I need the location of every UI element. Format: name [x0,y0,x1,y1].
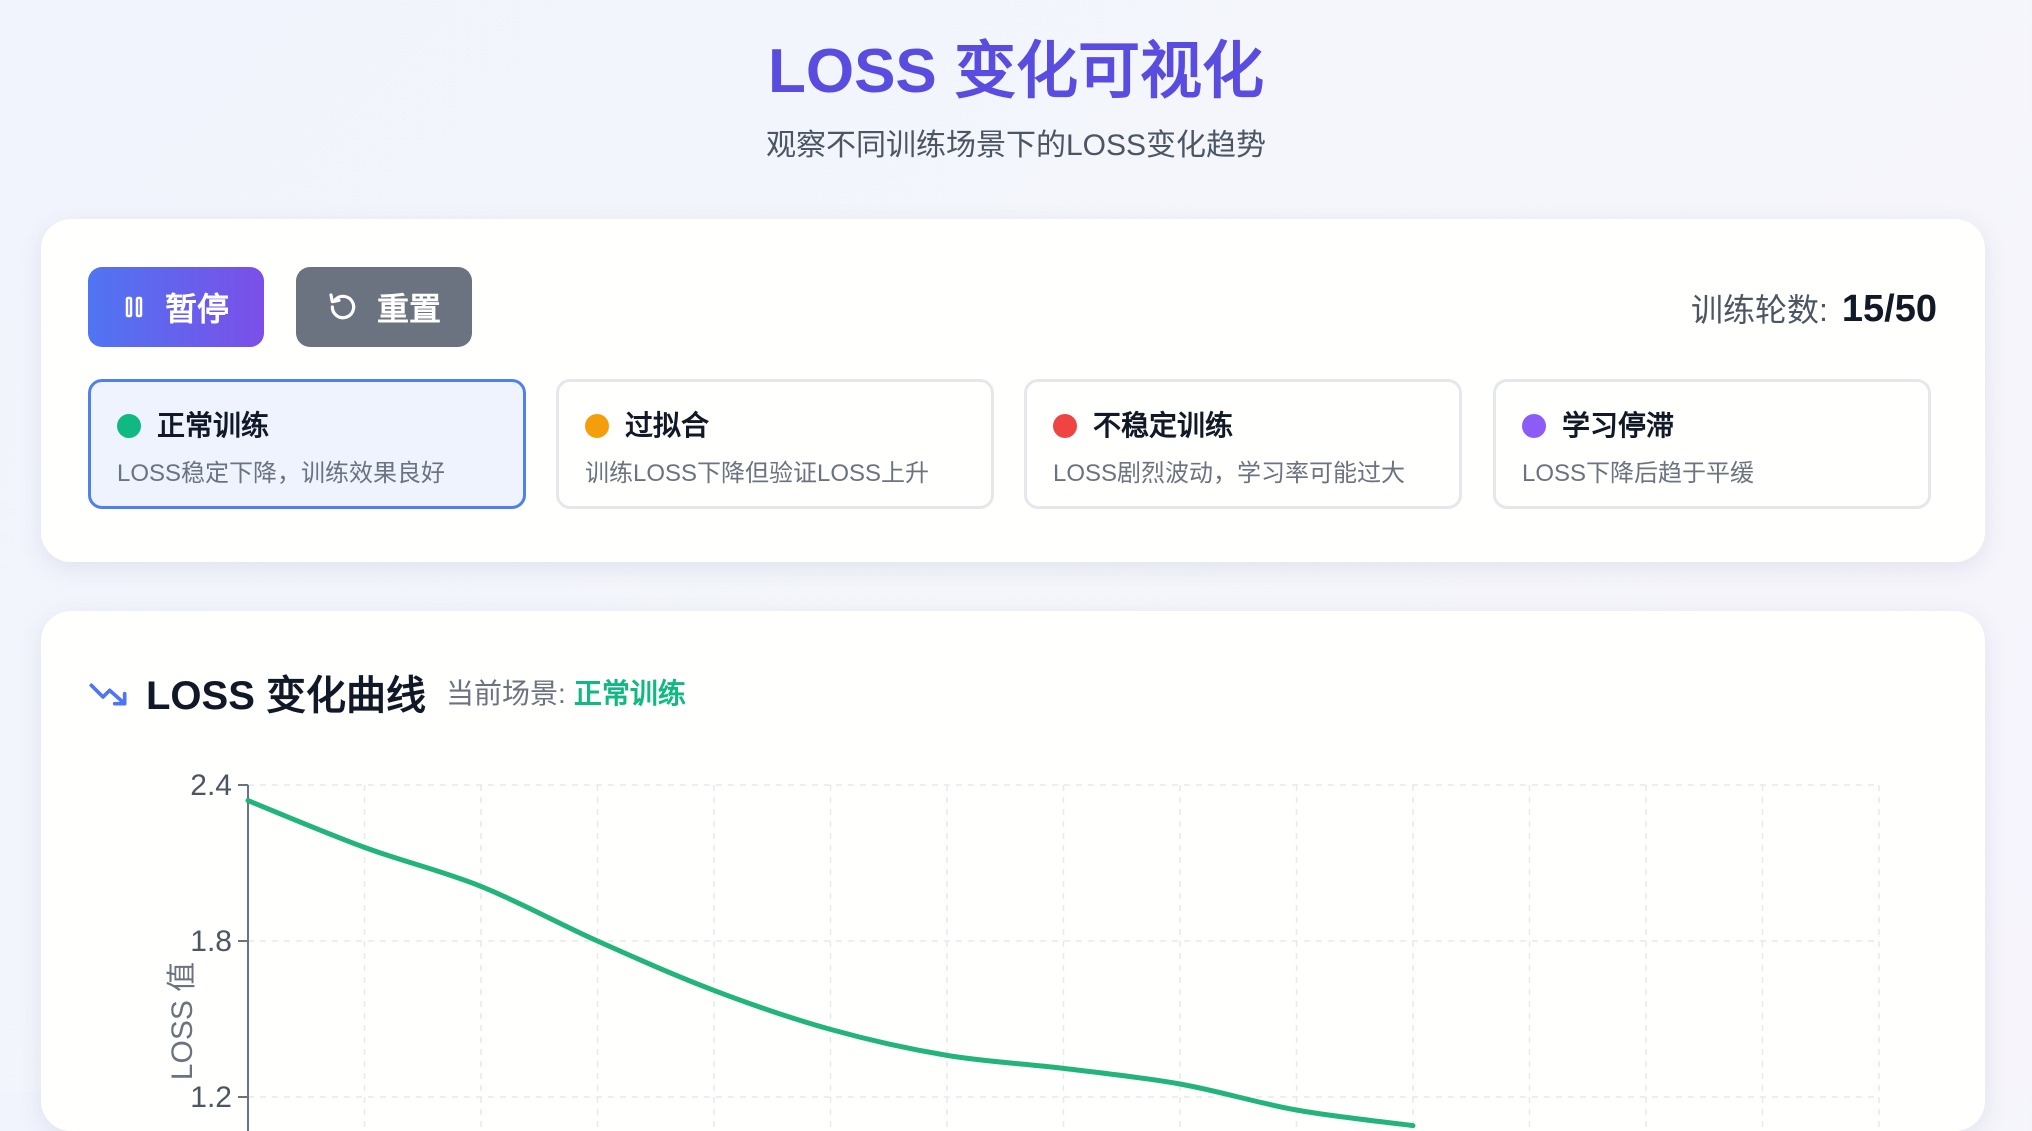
epoch-label: 训练轮数: [1691,292,1828,328]
status-dot [117,414,141,438]
status-dot [1053,414,1077,438]
y-tick-label: 1.2 [190,1081,232,1114]
y-tick-label: 2.4 [190,769,232,802]
reset-icon [329,293,356,320]
epoch-value: 15/50 [1841,288,1937,330]
scenario-name: 学习停滞 [1562,410,1675,441]
page-header: LOSS 变化可视化 观察不同训练场景下的LOSS变化趋势 [0,0,2032,166]
status-dot [1522,414,1546,438]
scenario-desc: LOSS下降后趋于平缓 [1522,460,1755,487]
chart-card: LOSS 变化曲线 当前场景: 正常训练 2.4 1.8 1.2 LOSS 值 [41,611,1985,1131]
scenario-name: 正常训练 [157,410,270,441]
reset-button[interactable]: 重置 [296,267,472,347]
scenario-card-overfitting[interactable]: 过拟合 训练LOSS下降但验证LOSS上升 [556,379,994,509]
reset-button-label: 重置 [376,291,441,327]
scenario-name: 不稳定训练 [1093,410,1234,441]
page-title: LOSS 变化可视化 [767,37,1265,106]
scenario-desc: LOSS稳定下降，训练效果良好 [117,460,446,487]
epoch-counter: 训练轮数: 15/50 [1691,285,1937,331]
pause-button-label: 暂停 [164,291,229,327]
pause-icon [125,296,143,318]
controls-card: 暂停 重置 训练轮数: 15/50 正常训练 LOSS稳定下降，训练效果良好 过… [41,219,1985,562]
scenario-desc: LOSS剧烈波动，学习率可能过大 [1053,460,1406,487]
scenario-card-plateau[interactable]: 学习停滞 LOSS下降后趋于平缓 [1493,379,1931,509]
scenario-card-normal[interactable]: 正常训练 LOSS稳定下降，训练效果良好 [88,379,526,509]
pause-button[interactable]: 暂停 [88,267,264,347]
page-subtitle: 观察不同训练场景下的LOSS变化趋势 [765,129,1267,162]
scenario-name: 过拟合 [625,410,710,441]
y-axis-title: LOSS 值 [166,962,199,1080]
scenario-desc: 训练LOSS下降但验证LOSS上升 [585,460,930,487]
scenario-card-unstable[interactable]: 不稳定训练 LOSS剧烈波动，学习率可能过大 [1024,379,1462,509]
loss-chart: 2.4 1.8 1.2LOSS 值 [166,769,1880,1131]
y-tick-label: 1.8 [190,925,232,958]
status-dot [585,414,609,438]
